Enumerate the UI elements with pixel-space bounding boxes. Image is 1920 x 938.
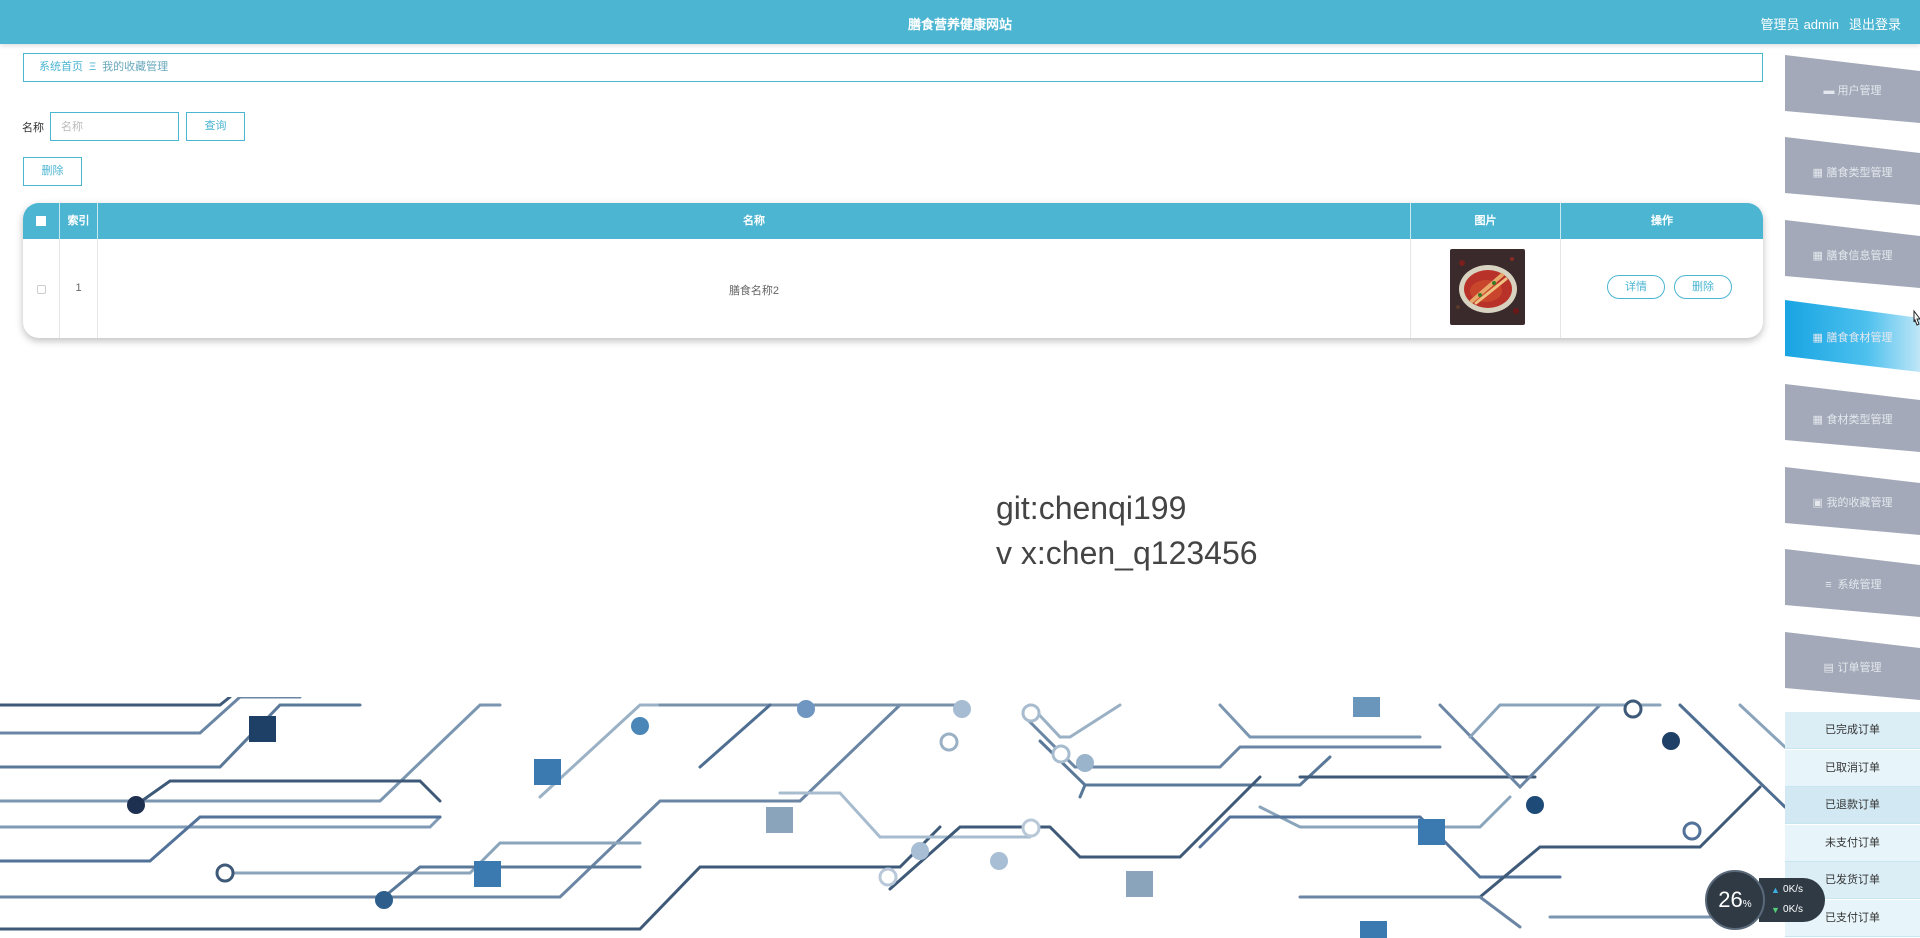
grid-icon: ▦	[1812, 250, 1823, 262]
watermark-line-1: git:chenqi199	[996, 490, 1187, 526]
submenu-unpaid-orders[interactable]: 未支付订单	[1785, 825, 1920, 862]
briefcase-icon: ▬	[1823, 85, 1835, 97]
query-button[interactable]: 查询	[186, 112, 245, 141]
right-sidebar: ▬ 用户管理 ▦ 膳食类型管理 ▦ 膳食信息管理 ▦ 膳食食材管理 ▦ 食材类型管理 ▣ 我…	[1785, 44, 1920, 938]
table-row: 1 膳食名称2 详情 删除	[23, 239, 1763, 338]
speed-panel: ▲ 0K/s ▼ 0K/s	[1759, 878, 1825, 922]
column-header-image: 图片	[1411, 203, 1561, 239]
sidebar-item-orders[interactable]: ▤ 订单管理	[1785, 630, 1920, 702]
breadcrumb-current: 我的收藏管理	[102, 61, 169, 73]
sidebar-item-label: ▬ 用户管理	[1823, 85, 1882, 97]
row-index: 1	[75, 282, 82, 294]
table-icon: ▤	[1823, 662, 1834, 674]
breadcrumb-separator: Ξ	[89, 61, 97, 73]
row-actions-cell: 详情 删除	[1561, 239, 1763, 338]
sidebar-item-label: ▦ 食材类型管理	[1812, 414, 1893, 426]
submenu-cancelled-orders[interactable]: 已取消订单	[1785, 750, 1920, 787]
user-area: 管理员 admin 退出登录	[1757, 14, 1901, 33]
submenu-completed-orders[interactable]: 已完成订单	[1785, 712, 1920, 749]
sidebar-item-label: ▤ 订单管理	[1823, 662, 1882, 674]
search-label: 名称	[22, 122, 44, 134]
upload-speed: 0K/s	[1783, 884, 1804, 895]
sidebar-item-label: ≡ 系统管理	[1825, 579, 1882, 591]
detail-button[interactable]: 详情	[1607, 275, 1665, 299]
breadcrumb: 系统首页 Ξ 我的收藏管理	[23, 53, 1763, 82]
search-input[interactable]	[50, 112, 179, 141]
sidebar-item-label: ▦ 膳食食材管理	[1812, 332, 1893, 344]
cpu-usage-ring: 26%	[1705, 870, 1765, 930]
sidebar-item-my-favorites[interactable]: ▣ 我的收藏管理	[1785, 465, 1920, 537]
sidebar-item-label: ▦ 膳食信息管理	[1812, 250, 1893, 262]
column-header-name: 名称	[98, 203, 1411, 239]
column-header-index: 索引	[60, 203, 98, 239]
sidebar-item-system[interactable]: ≡ 系统管理	[1785, 547, 1920, 619]
select-all-cell	[23, 203, 60, 239]
watermark-line-2: v x:chen_q123456	[996, 535, 1258, 571]
user-role: 管理员	[1760, 17, 1800, 32]
sidebar-item-label: ▦ 膳食类型管理	[1812, 167, 1893, 179]
submenu-refunded-orders[interactable]: 已退款订单	[1785, 787, 1920, 824]
list-icon: ≡	[1825, 579, 1832, 591]
grid-icon: ▦	[1812, 414, 1823, 426]
row-name: 膳食名称2	[728, 285, 780, 297]
sidebar-item-diet-type[interactable]: ▦ 膳食类型管理	[1785, 135, 1920, 207]
logout-link[interactable]: 退出登录	[1849, 17, 1901, 32]
top-header: 膳食营养健康网站 管理员 admin 退出登录	[0, 0, 1920, 44]
site-title: 膳食营养健康网站	[907, 17, 1012, 32]
row-index-cell: 1	[60, 239, 98, 338]
sidebar-item-label: ▣ 我的收藏管理	[1812, 497, 1893, 509]
breadcrumb-home-link[interactable]: 系统首页	[39, 61, 83, 73]
download-speed: 0K/s	[1783, 904, 1804, 915]
select-all-checkbox[interactable]	[36, 216, 46, 226]
username: admin	[1803, 17, 1839, 32]
batch-delete-button[interactable]: 删除	[23, 157, 82, 186]
food-image[interactable]	[1450, 249, 1525, 325]
table-header: 索引 名称 图片 操作	[23, 203, 1763, 239]
circuit-background	[0, 697, 1785, 938]
row-delete-button[interactable]: 删除	[1674, 275, 1732, 299]
sidebar-item-user-management[interactable]: ▬ 用户管理	[1785, 53, 1920, 125]
clipboard-icon: ▣	[1812, 497, 1823, 509]
grid-icon: ▦	[1812, 167, 1823, 179]
row-checkbox[interactable]	[37, 285, 46, 294]
sidebar-item-diet-ingredients[interactable]: ▦ 膳食食材管理	[1785, 300, 1920, 372]
upload-arrow-icon: ▲	[1771, 885, 1780, 895]
row-select-cell	[23, 239, 60, 338]
row-image-cell	[1411, 239, 1561, 338]
network-speed-widget[interactable]: ▲ 0K/s ▼ 0K/s 26%	[1705, 870, 1825, 930]
favorites-table: 索引 名称 图片 操作 1 膳食名称2 详情 删除	[23, 203, 1763, 338]
mouse-cursor-icon	[1913, 310, 1920, 326]
sidebar-item-ingredient-type[interactable]: ▦ 食材类型管理	[1785, 382, 1920, 454]
download-arrow-icon: ▼	[1771, 905, 1780, 915]
row-name-cell: 膳食名称2	[98, 239, 1411, 338]
column-header-actions: 操作	[1651, 215, 1673, 227]
grid-icon: ▦	[1812, 332, 1823, 344]
sidebar-item-diet-info[interactable]: ▦ 膳食信息管理	[1785, 218, 1920, 290]
